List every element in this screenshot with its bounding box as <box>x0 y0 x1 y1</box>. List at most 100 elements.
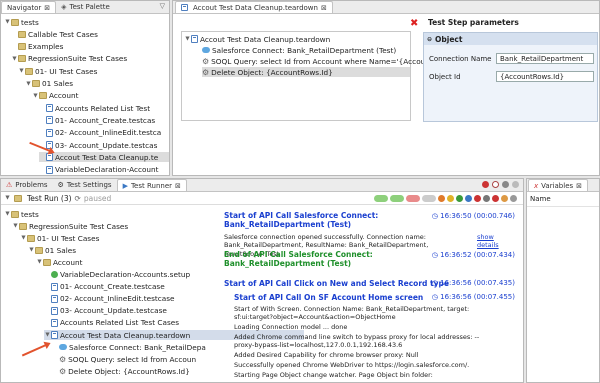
tree-item[interactable]: 03- Account_Update.testcase <box>44 306 167 316</box>
tree-item[interactable]: Accout Test Data Cleanup.te <box>39 152 169 163</box>
tree-item[interactable]: ▼ tests <box>4 17 38 27</box>
log-line: Start of With Screen. Connection Name: B… <box>234 305 470 322</box>
expand-toggle-icon[interactable]: ▼ <box>25 81 32 87</box>
pill-green <box>390 195 404 202</box>
view-menu-icon[interactable]: ▽ <box>160 2 165 10</box>
tree-item-label: Accout Test Data Cleanup.teardown <box>60 330 191 340</box>
tree-item-label: Account <box>53 257 83 267</box>
tab-problems[interactable]: ⚠ Problems <box>1 179 53 191</box>
tree-item[interactable]: ▼ 01 Sales <box>25 79 73 89</box>
close-icon[interactable]: ⊠ <box>175 182 181 190</box>
close-icon[interactable]: ⊠ <box>44 4 50 12</box>
expand-toggle-icon[interactable]: ▼ <box>11 56 18 62</box>
expand-toggle-icon[interactable]: ▼ <box>18 68 25 74</box>
expand-toggle-icon[interactable]: ▼ <box>4 211 11 217</box>
pill-green <box>374 195 388 202</box>
expand-toggle-icon[interactable]: ▼ <box>36 259 43 265</box>
expand-toggle-icon[interactable]: ▼ <box>4 195 11 201</box>
tree-item[interactable]: 03- Account_Update.testcas <box>39 140 157 150</box>
menu-icon[interactable] <box>512 181 519 188</box>
settings-icon: ⚙ <box>57 181 64 189</box>
tab-navigator[interactable]: Navigator ⊠ <box>1 1 57 13</box>
folder-icon <box>27 234 35 242</box>
expand-toggle-icon[interactable]: ▼ <box>184 36 191 42</box>
expand-toggle-icon[interactable]: ▼ <box>20 235 27 241</box>
step-delete-object[interactable]: ⚙ Delete Object: {AccountRows.Id} <box>202 67 410 77</box>
folder-icon <box>39 92 47 100</box>
folder-icon <box>43 258 51 266</box>
tree-item[interactable]: ▼ 01- UI Test Cases <box>18 66 97 76</box>
tree-item[interactable]: Accounts Related List Test <box>39 103 150 113</box>
object-id-field[interactable]: {AccountRows.Id} <box>496 71 594 82</box>
tree-item-label: RegressionSuite Test Cases <box>28 54 128 64</box>
remove-step-icon[interactable]: ✖ <box>410 18 418 29</box>
tree-item-label: Delete Object: {AccountRows.Id} <box>68 366 190 376</box>
navigator-tabbar: Navigator ⊠ ◈ Test Palette ▽ <box>1 1 169 14</box>
expand-toggle-icon[interactable]: ▼ <box>4 19 11 25</box>
tab-test-palette[interactable]: ◈ Test Palette <box>56 1 115 13</box>
tree-item[interactable]: 01- Account_Create.testcase <box>44 282 165 292</box>
browser-icon[interactable] <box>501 195 508 202</box>
close-icon[interactable]: ⊠ <box>576 182 582 190</box>
refresh-icon[interactable]: ⟳ <box>75 194 81 203</box>
tree-item[interactable]: VariableDeclaration-Account <box>39 165 159 175</box>
folder-icon <box>11 210 19 218</box>
stop-icon[interactable] <box>482 181 489 188</box>
tree-item[interactable]: Examples <box>11 42 63 52</box>
tree-item[interactable]: VariableDeclaration-Accounts.setup <box>44 270 190 280</box>
object-section-header[interactable]: ⊖ Object <box>424 33 597 45</box>
tab-variables[interactable]: x Variables ⊠ <box>528 179 589 191</box>
tree-item[interactable]: 01- Account_Create.testcas <box>39 115 155 125</box>
collapse-icon[interactable] <box>502 181 509 188</box>
step-salesforce-connect[interactable]: Salesforce Connect: Bank_RetailDepartmen… <box>202 45 396 55</box>
teardown-root[interactable]: ▼ Accout Test Data Cleanup.teardown <box>184 34 330 44</box>
tree-item-label: 01- Account_Create.testcas <box>55 115 156 125</box>
run-status: paused <box>83 193 112 203</box>
file-icon <box>46 165 53 174</box>
step-soql-query[interactable]: ⚙ SOQL Query: select Id from Account wher… <box>202 56 438 66</box>
expand-toggle-icon[interactable]: ▼ <box>32 93 39 99</box>
tree-item[interactable]: ⚙ Delete Object: {AccountRows.Id} <box>52 366 190 376</box>
file-icon <box>46 104 53 113</box>
collapse-icon[interactable]: ⊖ <box>427 36 432 43</box>
show-details-link[interactable]: show details <box>477 233 515 249</box>
tab-teardown-editor[interactable]: Accout Test Data Cleanup.teardown ⊠ <box>175 1 333 13</box>
salesforce-cloud-icon <box>202 47 210 53</box>
pause-icon[interactable] <box>465 195 472 202</box>
step-into-icon[interactable] <box>438 195 445 202</box>
tree-item[interactable]: ▼ Account <box>32 91 78 101</box>
tree-item[interactable]: ▼ 01 Sales <box>28 245 76 255</box>
screenshot-icon[interactable] <box>483 195 490 202</box>
settings-icon[interactable] <box>510 195 517 202</box>
tree-item[interactable]: ▼ 01- UI Test Cases <box>20 233 99 243</box>
tree-item-label: 01- UI Test Cases <box>37 233 100 243</box>
tree-item[interactable]: ▼ Account <box>36 257 82 267</box>
connection-name-field[interactable]: Bank_RetailDepartment <box>496 53 594 64</box>
tab-test-settings[interactable]: ⚙ Test Settings <box>53 179 117 191</box>
record-icon[interactable] <box>492 195 499 202</box>
tree-item-label: Examples <box>28 42 64 52</box>
clock-icon: ◷ <box>431 212 441 220</box>
tree-item[interactable]: 02- Account_InlineEdit.testcase <box>44 294 175 304</box>
tree-item[interactable]: ▼ tests <box>4 209 38 219</box>
expand-toggle-icon[interactable]: ▼ <box>28 247 35 253</box>
play-icon[interactable] <box>456 195 463 202</box>
stop-icon[interactable] <box>474 195 481 202</box>
tree-item[interactable]: Accounts Related List Test Cases <box>44 318 179 328</box>
tree-item-label: SOQL Query: select Id from Accoun <box>68 354 197 364</box>
gear-icon: ⚙ <box>202 56 210 66</box>
tree-item[interactable]: ⚙ SOQL Query: select Id from Accoun <box>52 354 196 364</box>
tree-item[interactable]: Callable Test Cases <box>11 29 98 39</box>
x-icon[interactable] <box>492 181 499 188</box>
tree-item-label: 01- Account_Create.testcase <box>60 282 165 292</box>
step-over-icon[interactable] <box>447 195 454 202</box>
tree-item[interactable]: 02- Account_InlineEdit.testca <box>39 128 161 138</box>
expand-toggle-icon[interactable]: ▼ <box>44 332 51 338</box>
tab-test-runner[interactable]: ▶ Test Runner ⊠ <box>116 179 187 191</box>
tree-item[interactable]: Salesforce Connect: Bank_RetailDepa <box>52 342 206 352</box>
folder-icon <box>18 30 26 38</box>
expand-toggle-icon[interactable]: ▼ <box>12 223 19 229</box>
close-icon[interactable]: ⊠ <box>321 4 327 12</box>
tree-item[interactable]: ▼ RegressionSuite Test Cases <box>11 54 127 64</box>
tree-item[interactable]: ▼ RegressionSuite Test Cases <box>12 221 128 231</box>
